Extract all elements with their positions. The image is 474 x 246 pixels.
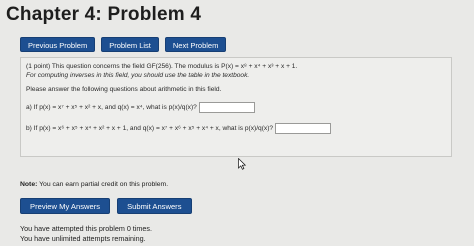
note-label: Note: (20, 181, 38, 188)
table-note: For computing inverses in this field, yo… (26, 72, 250, 79)
partial-credit-note: Note: You can earn partial credit on thi… (20, 181, 168, 188)
submit-answers-button[interactable]: Submit Answers (117, 198, 192, 214)
mouse-pointer-icon (238, 158, 246, 170)
attempts-remaining: You have unlimited attempts remaining. (20, 234, 146, 243)
question-b-text: b) If p(x) = x⁶ + x⁵ + x⁴ + x² + x + 1, … (26, 124, 274, 132)
page-title: Chapter 4: Problem 4 (6, 4, 202, 25)
previous-problem-button[interactable]: Previous Problem (20, 37, 96, 52)
problem-list-button[interactable]: Problem List (101, 37, 159, 52)
question-a-text: a) If p(x) = x⁷ + x⁵ + x² + x, and q(x) … (26, 103, 197, 111)
next-problem-button[interactable]: Next Problem (164, 37, 227, 52)
problem-statement: (1 point) This question concerns the fie… (26, 63, 298, 70)
note-text: You can earn partial credit on this prob… (37, 181, 169, 188)
instructions: Please answer the following questions ab… (26, 86, 222, 93)
question-a: a) If p(x) = x⁷ + x⁵ + x² + x, and q(x) … (26, 99, 446, 115)
answer-b-input[interactable] (275, 122, 332, 134)
attempts-count: You have attempted this problem 0 times. (20, 224, 152, 233)
question-b: b) If p(x) = x⁶ + x⁵ + x⁴ + x² + x + 1, … (26, 120, 446, 136)
problem-nav: Previous Problem Problem List Next Probl… (20, 37, 227, 52)
answer-actions: Preview My Answers Submit Answers (20, 198, 192, 214)
answer-a-input[interactable] (198, 101, 255, 113)
attempt-status: You have attempted this problem 0 times.… (20, 224, 152, 244)
problem-box: (1 point) This question concerns the fie… (20, 57, 452, 157)
preview-answers-button[interactable]: Preview My Answers (20, 198, 111, 214)
